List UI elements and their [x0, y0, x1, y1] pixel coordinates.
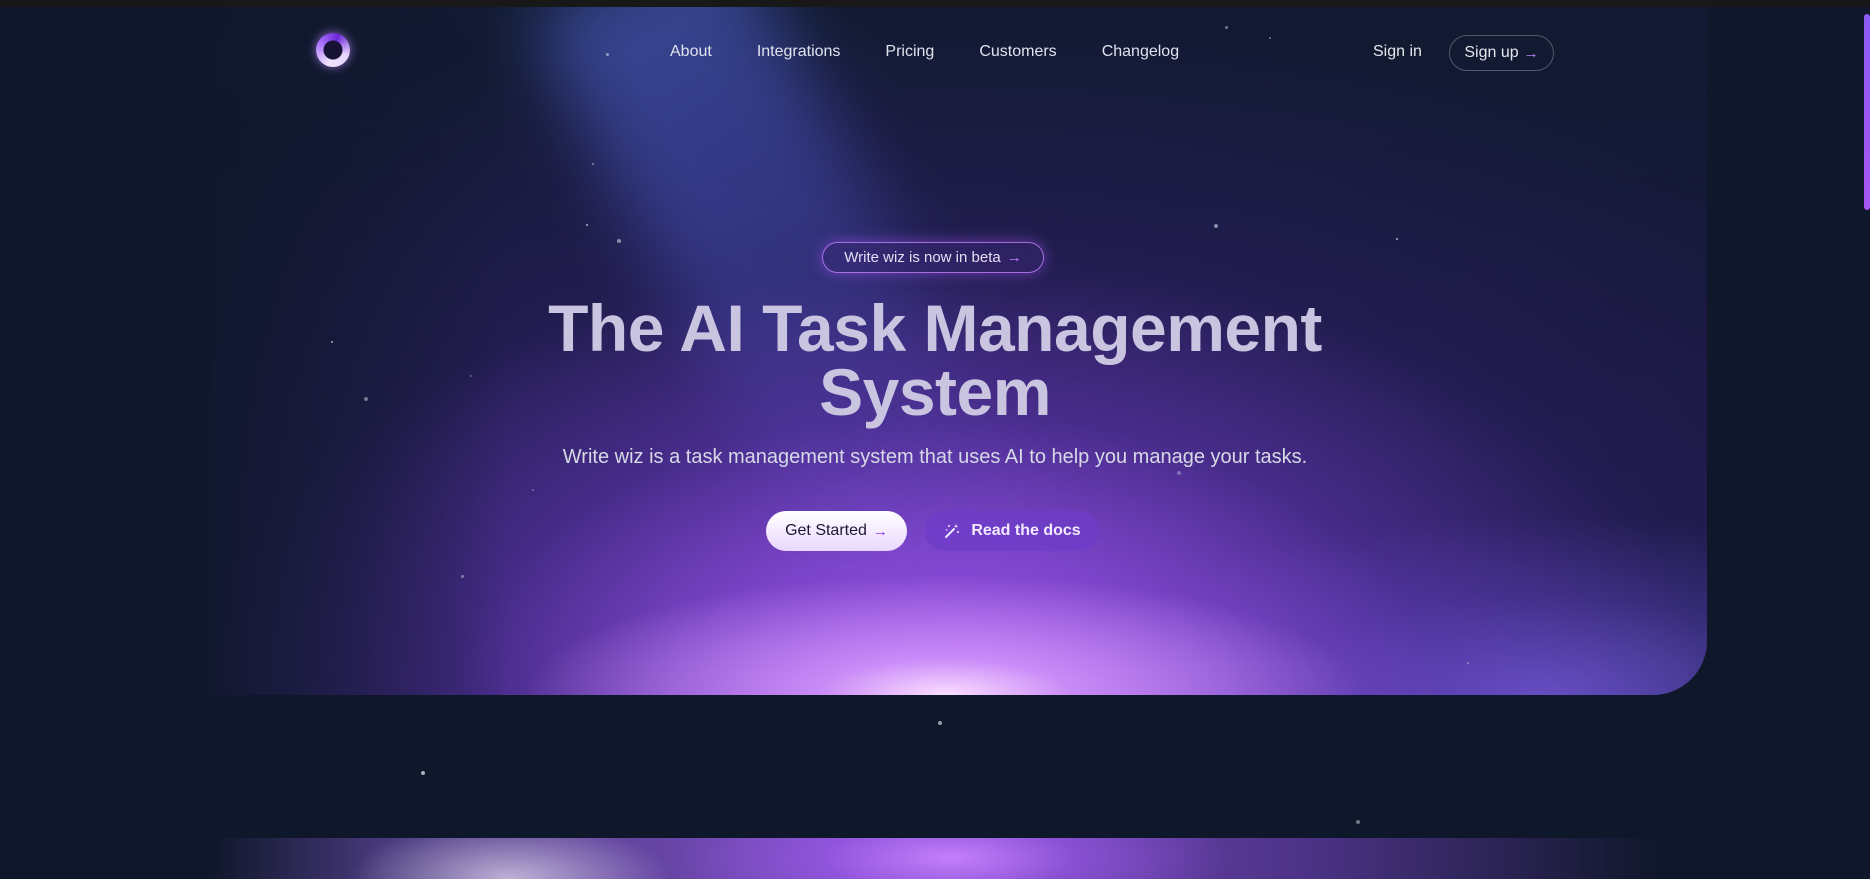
star: [461, 575, 464, 578]
nav-links: About Integrations Pricing Customers Cha…: [670, 43, 1224, 61]
star: [938, 721, 942, 725]
beta-announcement-badge[interactable]: Write wiz is now in beta →: [822, 242, 1044, 273]
sign-in-link[interactable]: Sign in: [1373, 43, 1422, 61]
hero-title-line-1: The AI Task Management: [548, 291, 1322, 365]
read-docs-button[interactable]: Read the docs: [925, 511, 1099, 551]
star: [1467, 662, 1469, 664]
star: [617, 239, 621, 243]
arrow-right-icon: →: [1523, 44, 1539, 62]
nav-link-customers[interactable]: Customers: [979, 43, 1056, 61]
star: [532, 489, 534, 491]
browser-top-edge: [0, 0, 1870, 7]
get-started-label: Get Started: [785, 522, 867, 539]
star: [592, 163, 594, 165]
sign-up-button[interactable]: Sign up →: [1449, 35, 1554, 71]
hero-title-line-2: System: [819, 355, 1051, 429]
arrow-right-icon: →: [872, 522, 888, 540]
nav-link-changelog[interactable]: Changelog: [1102, 43, 1179, 61]
hero-subtitle: Write wiz is a task management system th…: [562, 446, 1308, 468]
badge-label: Write wiz is now in beta: [844, 249, 1001, 266]
hero-title: The AI Task Management System: [435, 295, 1435, 425]
landing-page: About Integrations Pricing Customers Cha…: [0, 0, 1870, 879]
star: [1177, 471, 1181, 475]
sign-up-label: Sign up: [1464, 44, 1519, 61]
arrow-right-icon: →: [1006, 249, 1022, 266]
star: [421, 771, 425, 775]
star: [1356, 820, 1360, 824]
write-wiz-logo-icon[interactable]: [316, 33, 350, 67]
read-docs-label: Read the docs: [971, 522, 1081, 539]
scrollbar-thumb[interactable]: [1864, 14, 1870, 210]
next-section-glow: [210, 838, 1660, 879]
star: [586, 224, 588, 226]
star: [331, 341, 333, 343]
star: [1396, 238, 1398, 240]
get-started-button[interactable]: Get Started →: [766, 511, 907, 551]
nav-link-integrations[interactable]: Integrations: [757, 43, 841, 61]
nav-link-about[interactable]: About: [670, 43, 712, 61]
magic-wand-icon: [945, 524, 960, 538]
star: [1214, 224, 1218, 228]
star: [364, 397, 368, 401]
top-navigation: About Integrations Pricing Customers Cha…: [0, 7, 1870, 93]
nav-link-pricing[interactable]: Pricing: [885, 43, 934, 61]
